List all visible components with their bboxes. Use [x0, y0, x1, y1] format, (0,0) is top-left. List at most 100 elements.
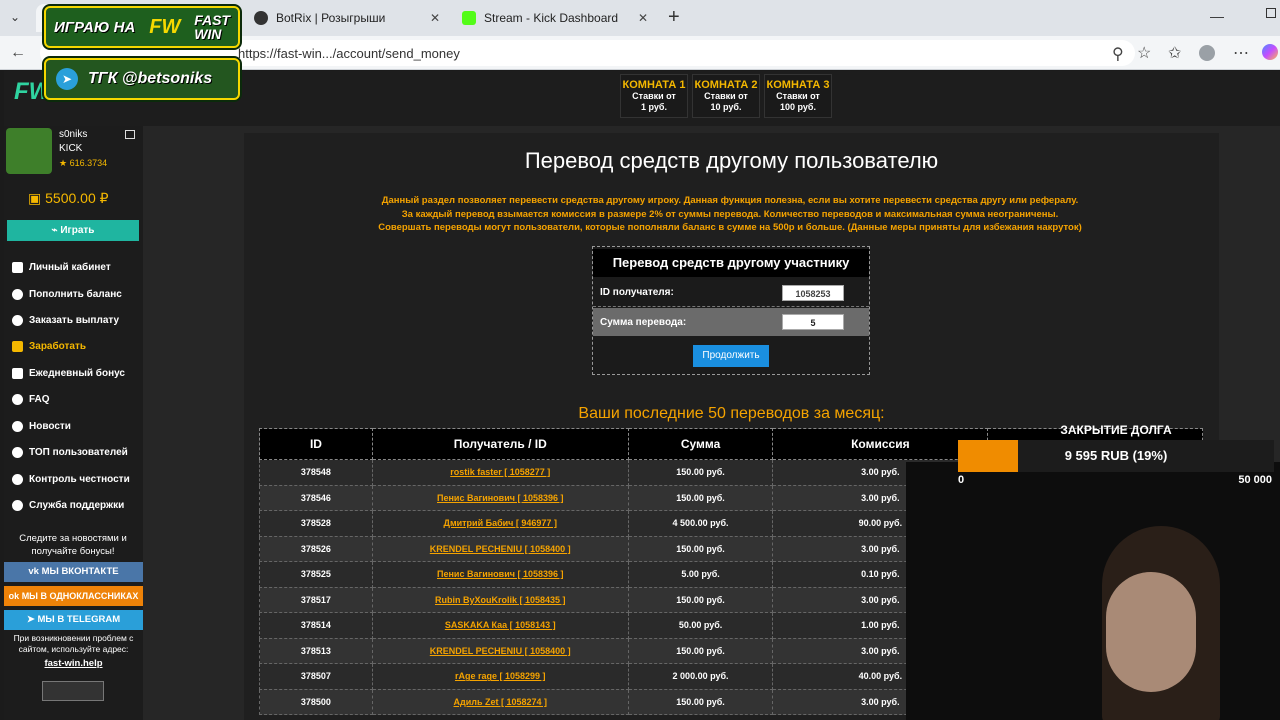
room-title: КОМНАТА 3	[766, 79, 830, 91]
bell-icon	[12, 420, 23, 432]
minimize-icon[interactable]: —	[1210, 8, 1224, 24]
menu-item-faq[interactable]: FAQ	[12, 388, 50, 410]
menu-item-fairness[interactable]: Контроль честности	[12, 468, 130, 490]
cell-recipient-link[interactable]: Адиль Zet [ 1058274 ]	[371, 688, 629, 715]
kick-favicon-icon	[462, 11, 476, 25]
new-tab-icon[interactable]: +	[668, 6, 680, 29]
gamepad-icon: ⌁	[51, 225, 58, 236]
cell-amount: 150.00 руб.	[627, 688, 774, 715]
play-label: Играть	[60, 225, 95, 236]
more-menu-icon[interactable]: ⋯	[1233, 43, 1249, 63]
tab-title: Stream - Kick Dashboard	[484, 11, 619, 25]
cell-recipient-link[interactable]: Rubin ByXouKrolik [ 1058435 ]	[371, 586, 629, 613]
cell-recipient-link[interactable]: KRENDEL PECHENIU [ 1058400 ]	[371, 637, 629, 664]
streamer-badge: ИГРАЮ НА FW FAST WIN	[44, 6, 240, 48]
cell-amount: 150.00 руб.	[627, 637, 774, 664]
botrix-favicon-icon	[254, 11, 268, 25]
profile-avatar-icon[interactable]	[1199, 45, 1215, 61]
close-tab-icon[interactable]: ✕	[430, 11, 440, 25]
room-3-button[interactable]: КОМНАТА 3 Ставки от 100 руб.	[764, 74, 832, 118]
help-link[interactable]: fast-win.help	[4, 658, 143, 669]
arrow-down-circle-icon	[12, 314, 23, 326]
recipient-id-input[interactable]: 1058253	[782, 285, 844, 301]
column-header-amount: Сумма	[627, 428, 774, 460]
room-1-button[interactable]: КОМНАТА 1 Ставки от 1 руб.	[620, 74, 688, 118]
cell-recipient-link[interactable]: Дмитрий Бабич [ 946977 ]	[371, 510, 629, 537]
cell-id: 378548	[259, 459, 373, 486]
vk-label: МЫ ВКОНТАКТЕ	[41, 566, 119, 577]
menu-item-news[interactable]: Новости	[12, 415, 71, 437]
cell-id: 378546	[259, 484, 373, 511]
menu-item-top-users[interactable]: ТОП пользователей	[12, 441, 128, 463]
cell-recipient-link[interactable]: Пенис Вагинович [ 1058396 ]	[371, 561, 629, 588]
debt-max: 50 000	[1238, 474, 1272, 486]
vk-button[interactable]: vk МЫ ВКОНТАКТЕ	[4, 562, 143, 582]
room-2-button[interactable]: КОМНАТА 2 Ставки от 10 руб.	[692, 74, 760, 118]
cell-amount: 2 000.00 руб.	[627, 663, 774, 690]
menu-item-cabinet[interactable]: Личный кабинет	[12, 256, 111, 278]
cell-id: 378526	[259, 535, 373, 562]
menu-item-deposit[interactable]: Пополнить баланс	[12, 283, 122, 305]
url-text: https://fast-win.../account/send_money	[238, 45, 460, 61]
menu-label: Пополнить баланс	[29, 288, 122, 300]
badge-text: ИГРАЮ НА	[54, 18, 136, 36]
cell-id: 378525	[259, 561, 373, 588]
ok-label: МЫ В ОДНОКЛАССНИКАХ	[21, 591, 139, 601]
play-button[interactable]: ⌁ Играть	[7, 220, 139, 241]
tab-title: BotRix | Розыгрыши	[276, 11, 386, 25]
fw-logo-icon: FW	[149, 15, 181, 38]
menu-label: Заказать выплату	[29, 314, 120, 326]
restore-icon[interactable]	[1266, 8, 1276, 18]
continue-button[interactable]: Продолжить	[693, 345, 769, 367]
debt-progress-value: 9 595 RUB (19%)	[1064, 448, 1168, 463]
cell-id: 378517	[259, 586, 373, 613]
zoom-icon[interactable]: ⚲	[1112, 44, 1124, 64]
wallet-icon: ▣	[28, 190, 42, 206]
cell-recipient-link[interactable]: Пенис Вагинович [ 1058396 ]	[371, 484, 629, 511]
close-tab-icon[interactable]: ✕	[638, 11, 648, 25]
cell-id: 378507	[259, 663, 373, 690]
menu-label: Заработать	[29, 340, 87, 352]
avatar[interactable]	[6, 128, 52, 174]
menu-item-earn[interactable]: Заработать	[12, 335, 86, 357]
room-min-bet: 1 руб.	[641, 102, 667, 112]
ok-button[interactable]: ok МЫ В ОДНОКЛАССНИКАХ	[4, 586, 143, 606]
menu-label: Новости	[29, 420, 71, 432]
balance: ▣ 5500.00 ₽	[28, 190, 109, 207]
trophy-icon	[12, 446, 23, 458]
menu-item-daily-bonus[interactable]: Ежедневный бонус	[12, 362, 125, 384]
back-icon[interactable]: ←	[10, 44, 26, 62]
tab-list-chevron-icon[interactable]: ⌄	[10, 10, 20, 24]
cell-amount: 150.00 руб.	[627, 484, 774, 511]
cell-recipient-link[interactable]: SASKAKA Каа [ 1058143 ]	[371, 612, 629, 639]
cell-recipient-link[interactable]: rAge rage [ 1058299 ]	[371, 663, 629, 690]
money-icon	[12, 340, 23, 352]
cell-amount: 150.00 руб.	[627, 586, 774, 613]
copilot-icon[interactable]	[1262, 44, 1278, 60]
cell-id: 378500	[259, 688, 373, 715]
menu-item-support[interactable]: Служба поддержки	[12, 494, 124, 516]
tab-kick[interactable]: Stream - Kick Dashboard ✕	[452, 4, 658, 32]
column-header-id: ID	[259, 428, 373, 460]
menu-label: Контроль честности	[29, 473, 130, 485]
shuffle-icon	[12, 473, 23, 485]
description-line: Данный раздел позволяет перевести средст…	[381, 195, 1079, 206]
room-min-bet: 100 руб.	[780, 102, 816, 112]
recipient-row: ID получателя: 1058253	[593, 279, 869, 307]
tab-botrix[interactable]: BotRix | Розыгрыши ✕	[244, 4, 450, 32]
bookmark-star-icon[interactable]: ☆	[1137, 43, 1151, 63]
cell-recipient-link[interactable]: rostik faster [ 1058277 ]	[371, 459, 629, 486]
amount-input[interactable]: 5	[782, 314, 844, 330]
form-title: Перевод средств другому участнику	[593, 249, 869, 277]
cell-id: 378528	[259, 510, 373, 537]
telegram-badge: ➤ ТГК @betsoniks	[44, 58, 240, 100]
qr-badge-icon[interactable]	[42, 681, 104, 701]
user-card-icon[interactable]	[125, 130, 135, 139]
vk-icon: vk	[28, 566, 39, 577]
telegram-button[interactable]: ➤ МЫ В TELEGRAM	[4, 610, 143, 630]
menu-item-withdraw[interactable]: Заказать выплату	[12, 309, 119, 331]
cell-recipient-link[interactable]: KRENDEL PECHENIU [ 1058400 ]	[371, 535, 629, 562]
favorites-icon[interactable]: ✩	[1168, 43, 1181, 63]
arrow-right-circle-icon	[12, 288, 23, 300]
star-icon: ★	[59, 158, 68, 168]
